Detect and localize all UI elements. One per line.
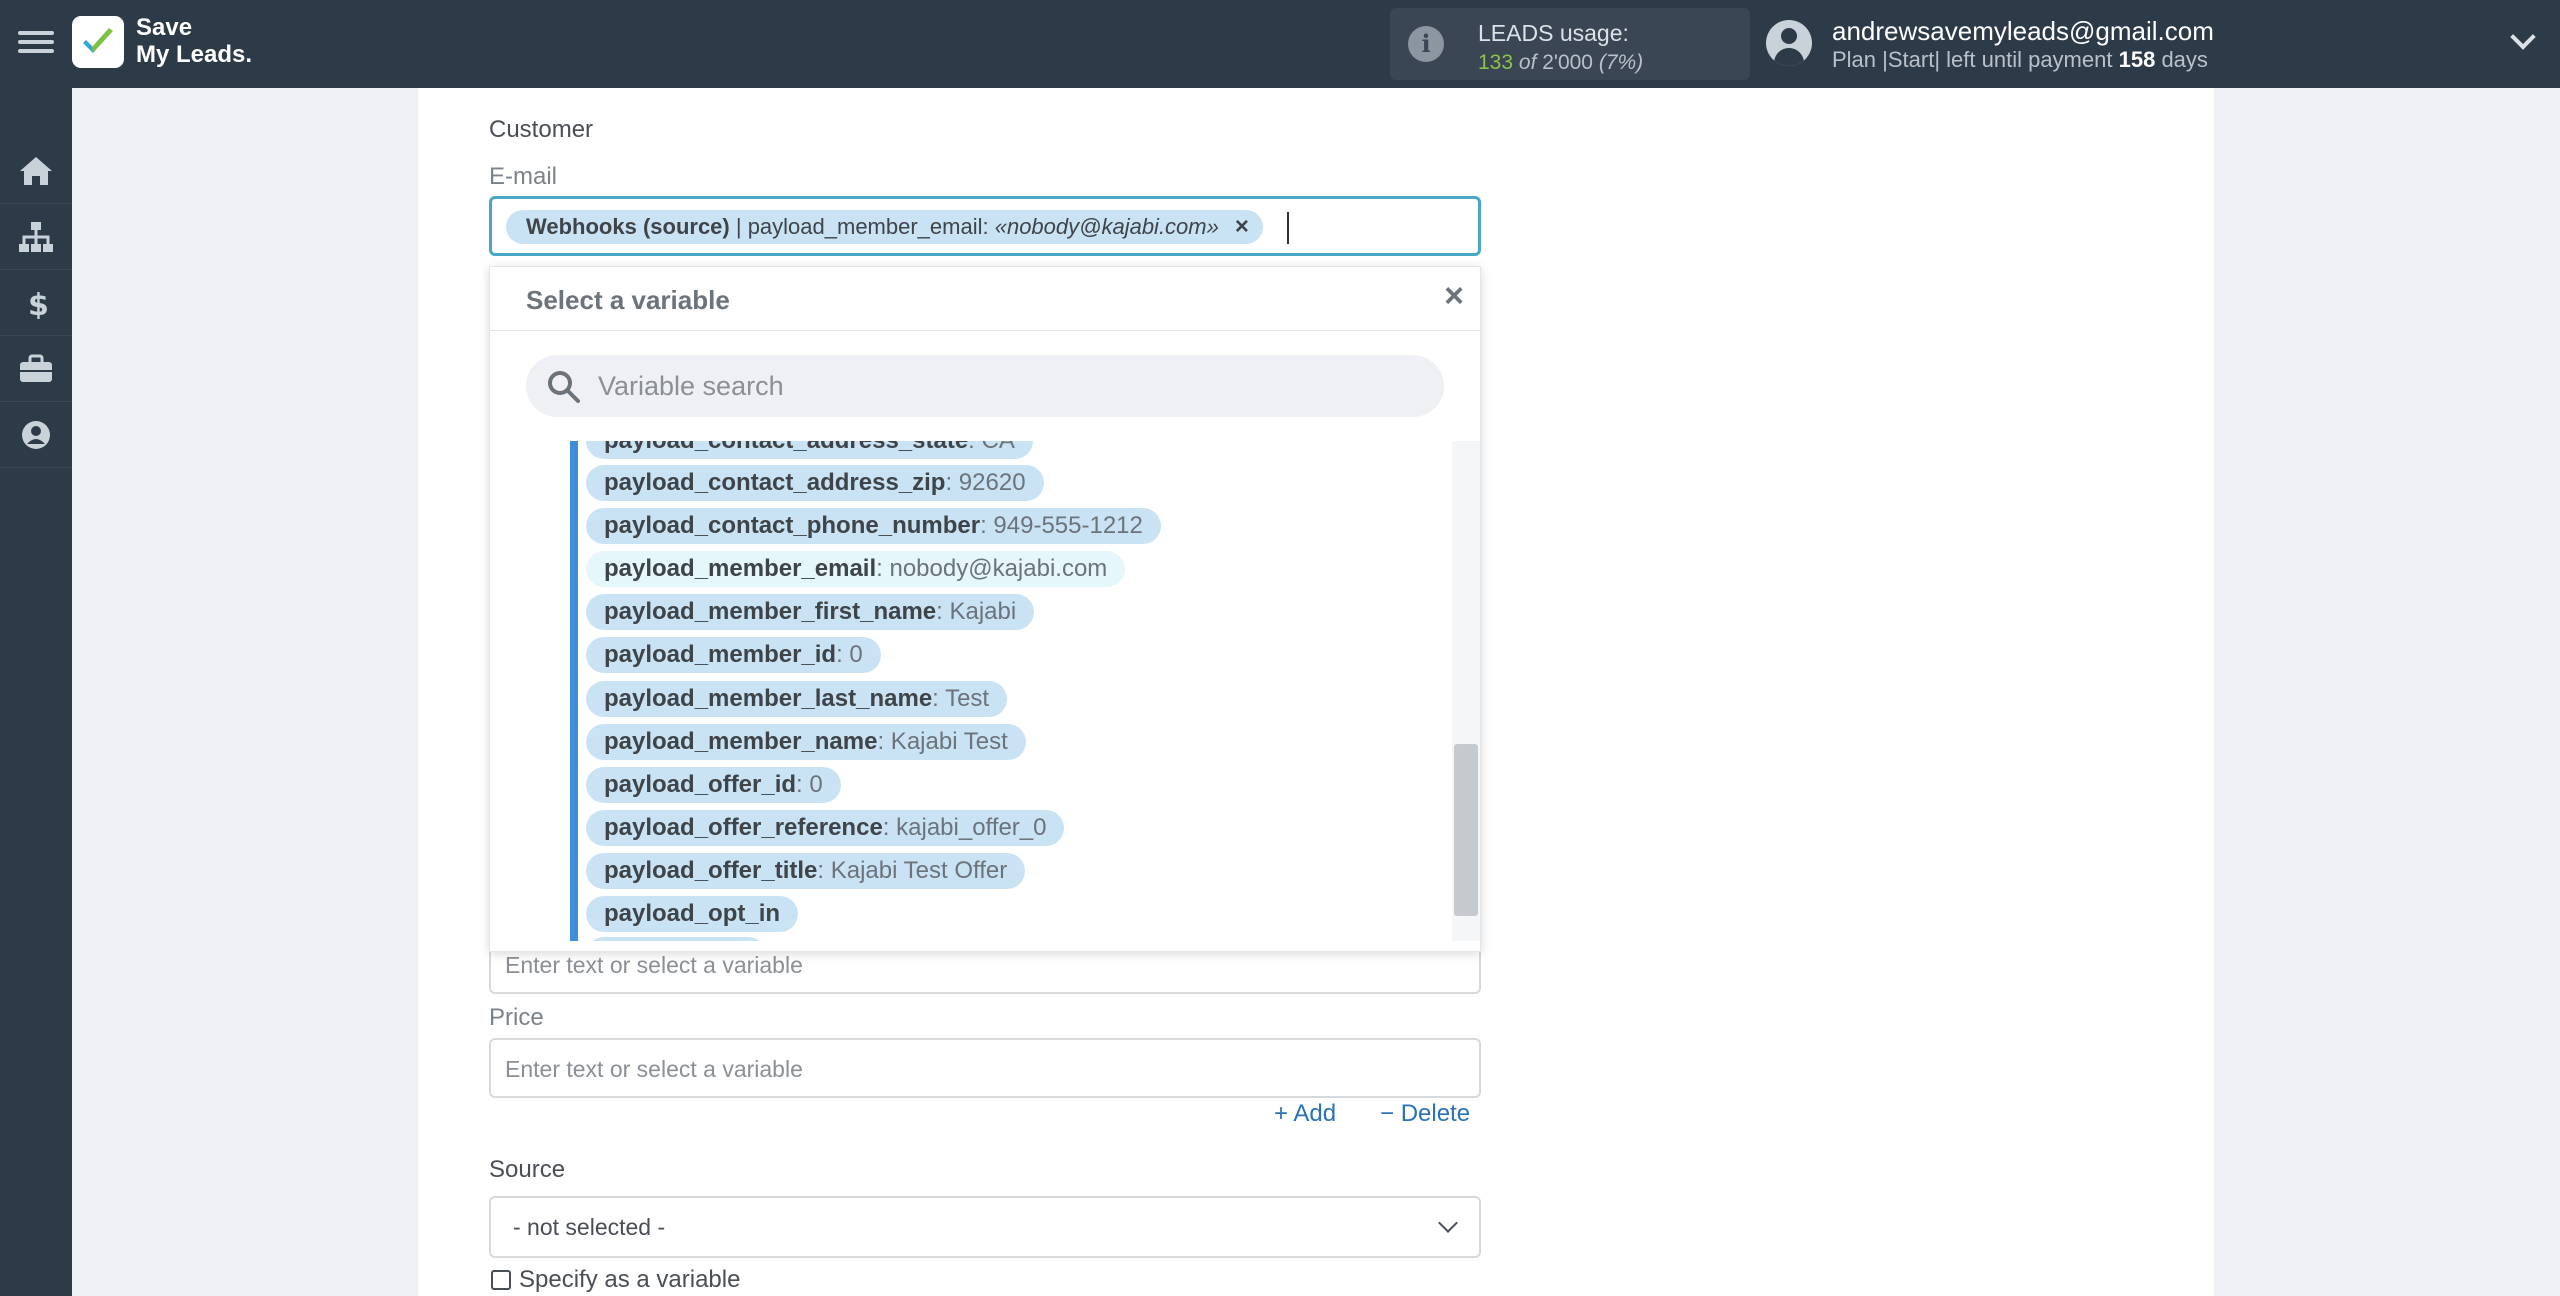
logo-text[interactable]: Save My Leads.	[136, 14, 252, 68]
email-field[interactable]: Webhooks (source) | payload_member_email…	[489, 196, 1481, 256]
sidebar-item-home[interactable]	[0, 138, 72, 204]
plus-icon: +	[1274, 1100, 1294, 1127]
variable-item[interactable]: payload_contact_address_zip: 92620	[586, 465, 1044, 501]
menu-icon[interactable]	[18, 26, 54, 62]
info-icon: i	[1408, 26, 1444, 62]
svg-text:$: $	[28, 288, 49, 319]
user-email: andrewsavemyleads@gmail.com	[1832, 16, 2214, 46]
leads-usage-label: LEADS usage:	[1478, 20, 1629, 46]
variable-search-input[interactable]	[598, 365, 1418, 407]
logo-icon[interactable]	[72, 16, 124, 68]
scrollbar-thumb[interactable]	[1454, 744, 1478, 916]
user-plan: Plan |Start| left until payment 158 days	[1832, 47, 2208, 72]
sitemap-icon	[19, 222, 53, 252]
top-bar: Save My Leads. i LEADS usage: 133 of 2'0…	[0, 0, 2560, 88]
variable-list: payload_contact_address_state: CA payloa…	[572, 441, 1452, 941]
home-icon	[20, 157, 52, 185]
dropdown-scrollbar[interactable]	[1452, 441, 1480, 941]
minus-icon: −	[1380, 1100, 1401, 1127]
variable-item[interactable]	[586, 937, 766, 941]
variable-search	[526, 355, 1444, 417]
text-cursor	[1287, 212, 1289, 244]
briefcase-icon	[20, 354, 52, 382]
variable-item[interactable]: payload_opt_in	[586, 896, 799, 932]
chevron-down-icon[interactable]	[2510, 24, 2536, 50]
specify-variable-checkbox[interactable]	[491, 1270, 511, 1290]
email-label: E-mail	[489, 163, 558, 190]
variable-item[interactable]: payload_offer_reference: kajabi_offer_0	[586, 810, 1065, 846]
dropdown-header: Select a variable ×	[490, 267, 1480, 331]
close-icon[interactable]: ×	[1444, 277, 1464, 316]
user-circle-icon	[22, 421, 50, 449]
avatar-icon[interactable]	[1766, 20, 1812, 66]
source-label: Source	[489, 1156, 566, 1183]
specify-variable-label: Specify as a variable	[519, 1266, 741, 1293]
variable-item[interactable]: payload_member_name: Kajabi Test	[586, 724, 1026, 760]
variable-item[interactable]: payload_contact_phone_number: 949-555-12…	[586, 508, 1161, 544]
delete-button[interactable]: − Delete	[1380, 1100, 1470, 1128]
variable-item[interactable]: payload_offer_id: 0	[586, 767, 841, 803]
tag-remove-icon[interactable]: ×	[1235, 210, 1249, 244]
variable-item-selected[interactable]: payload_member_email: nobody@kajabi.com	[586, 551, 1126, 587]
source-select[interactable]: - not selected -	[489, 1196, 1481, 1258]
sidebar-item-connections[interactable]	[0, 204, 72, 270]
sidebar-item-account[interactable]	[0, 402, 72, 468]
sidebar-item-tools[interactable]	[0, 336, 72, 402]
leads-usage-count: 133 of 2'000 (7%)	[1478, 51, 1644, 74]
section-title-customer: Customer	[489, 116, 594, 143]
search-icon	[548, 371, 580, 403]
price-input[interactable]: Enter text or select a variable	[489, 1038, 1481, 1098]
add-button[interactable]: + Add	[1274, 1100, 1336, 1128]
sidebar-item-billing[interactable]: $	[0, 270, 72, 336]
variable-item[interactable]: payload_member_id: 0	[586, 637, 881, 673]
leads-usage: i LEADS usage: 133 of 2'000 (7%)	[1390, 8, 1750, 80]
variable-item[interactable]: payload_member_last_name: Test	[586, 681, 1008, 717]
variable-item[interactable]: payload_contact_address_state: CA	[586, 441, 1033, 459]
variable-dropdown: Select a variable × payload_contact_addr…	[489, 266, 1481, 952]
email-variable-tag[interactable]: Webhooks (source) | payload_member_email…	[506, 210, 1263, 244]
dollar-icon: $	[28, 288, 49, 319]
variable-item[interactable]: payload_offer_title: Kajabi Test Offer	[586, 853, 1026, 889]
dropdown-title: Select a variable	[526, 285, 730, 315]
variable-item[interactable]: payload_member_first_name: Kajabi	[586, 594, 1035, 630]
chevron-down-icon	[1438, 1213, 1458, 1233]
sidebar: $	[0, 88, 72, 1296]
price-label: Price	[489, 1004, 544, 1031]
